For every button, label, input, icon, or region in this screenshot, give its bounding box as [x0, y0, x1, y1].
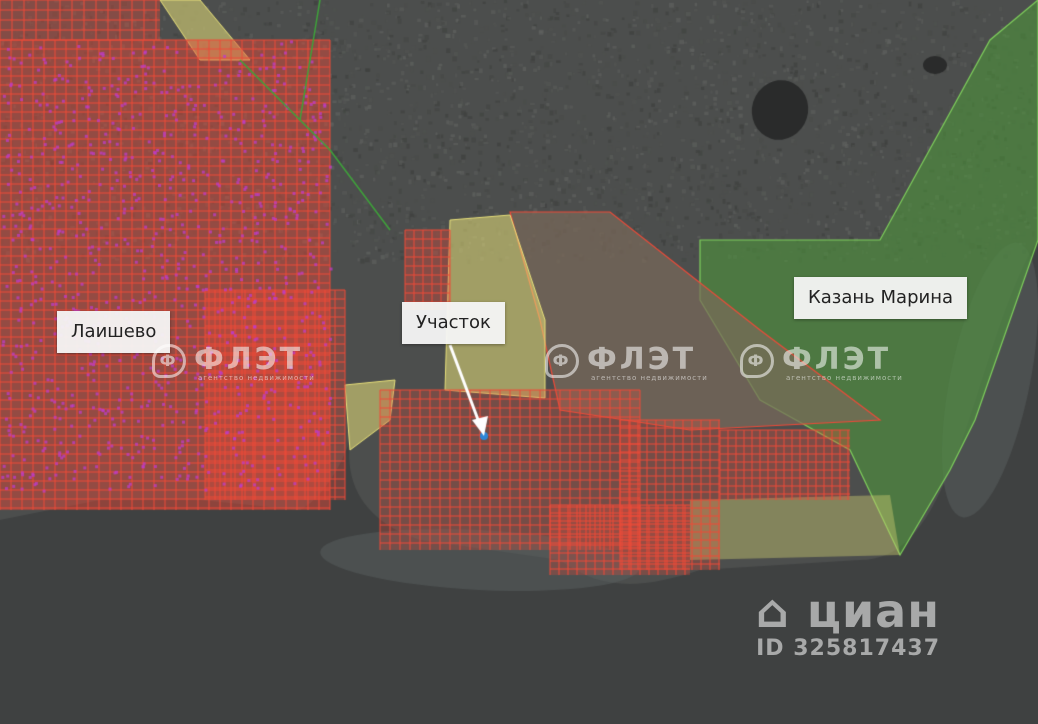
cian-watermark: ⌂ циан ID 325817437 [756, 588, 940, 661]
agency-watermark: Ф ФЛЭТ агентство недвижимости [545, 342, 708, 382]
plot-label: Участок [402, 302, 505, 344]
agency-logo-icon: Ф [740, 343, 774, 378]
marina-label: Казань Марина [794, 277, 967, 319]
cian-house-icon: ⌂ [755, 584, 807, 638]
agency-watermark: Ф ФЛЭТ агентство недвижимости [740, 342, 903, 382]
agency-logo-icon: Ф [545, 343, 579, 378]
cian-logo: ⌂ циан [755, 584, 940, 638]
listing-id: ID 325817437 [756, 636, 940, 661]
agency-logo-icon: Ф [152, 343, 186, 378]
agency-watermark: Ф ФЛЭТ агентство недвижимости [152, 342, 315, 382]
